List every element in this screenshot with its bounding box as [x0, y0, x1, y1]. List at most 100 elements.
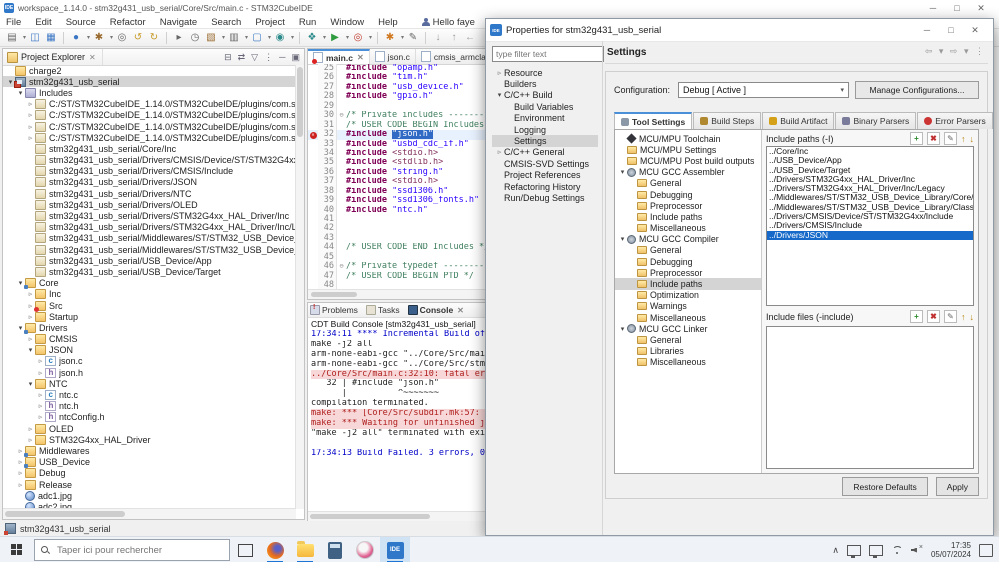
expander-icon[interactable]	[26, 123, 35, 131]
expander-icon[interactable]	[26, 436, 35, 444]
expander-icon[interactable]	[26, 335, 35, 343]
configuration-select[interactable]: Debug [ Active ] ▾	[678, 82, 849, 98]
run-icon[interactable]: ▶	[328, 31, 342, 45]
code-line[interactable]: 34#include <stdio.h>	[308, 149, 486, 158]
tree-item[interactable]: Inc	[3, 289, 296, 300]
expander-icon[interactable]	[495, 91, 504, 99]
tool-tree-item[interactable]: MCU/MPU Toolchain	[615, 133, 761, 144]
history-icon[interactable]: ◷	[188, 31, 202, 45]
tool-tree-item[interactable]: MCU/MPU Post build outputs	[615, 155, 761, 166]
menu-item[interactable]: Run	[299, 17, 316, 28]
nav-item[interactable]: Resource	[492, 67, 598, 78]
redo-icon[interactable]: ↻	[147, 31, 161, 45]
tree-item[interactable]: C:/ST/STM32CubeIDE_1.14.0/STM32CubeIDE/p…	[3, 99, 296, 110]
start-button[interactable]	[0, 537, 34, 562]
tool-tree-item[interactable]: MCU/MPU Settings	[615, 144, 761, 155]
save-icon[interactable]: ◫	[28, 31, 42, 45]
separator-icon[interactable]	[377, 32, 378, 44]
tree-item[interactable]: JSON	[3, 345, 296, 356]
dialog-close-icon[interactable]: ✕	[963, 25, 987, 36]
build-icon[interactable]: ✱	[92, 31, 106, 45]
new-icon[interactable]: ▤	[5, 31, 19, 45]
expander-icon[interactable]	[618, 168, 627, 176]
tab-project-explorer[interactable]: Project Explorer ✕	[7, 49, 103, 65]
dialog-maximize-icon[interactable]: □	[939, 25, 963, 36]
move-up-icon[interactable]: ↑	[961, 134, 966, 144]
tool-tree-item[interactable]: Warnings	[615, 301, 761, 312]
grid-icon[interactable]: ▥	[227, 31, 241, 45]
tree-item[interactable]: Debug	[3, 468, 296, 479]
separator-icon[interactable]	[299, 32, 300, 44]
expander-icon[interactable]	[26, 346, 35, 354]
nav-item[interactable]: Environment	[492, 113, 598, 124]
tab-console[interactable]: Console ✕	[408, 305, 464, 315]
gcc-icon[interactable]: ◉	[273, 31, 287, 45]
stm32cubeide-button[interactable]: IDE	[380, 537, 410, 562]
code-line[interactable]: 39#include "ssd1306_fonts.h"	[308, 196, 486, 205]
expander-icon[interactable]	[495, 148, 504, 156]
taskbar-search[interactable]	[34, 539, 230, 561]
tool-tree-item[interactable]: Debugging	[615, 189, 761, 200]
tool-tree-item[interactable]: Include paths	[615, 211, 761, 222]
expander-icon[interactable]	[26, 425, 35, 433]
tab-build-artifact[interactable]: Build Artifact	[762, 112, 834, 129]
tool-tree-item[interactable]: Include paths	[615, 278, 761, 289]
task-view-button[interactable]	[230, 537, 260, 562]
tab-json-c[interactable]: json.c	[370, 49, 416, 64]
delete-path-icon[interactable]: ✖	[927, 132, 940, 145]
expander-icon[interactable]	[36, 402, 45, 410]
console-horizontal-scrollbar[interactable]	[308, 511, 486, 521]
debug-icon[interactable]: ❖	[305, 31, 319, 45]
tab-binary-parsers[interactable]: Binary Parsers	[835, 112, 916, 129]
tool-tree-item[interactable]: MCU GCC Assembler	[615, 167, 761, 178]
expander-icon[interactable]	[16, 469, 25, 477]
display-icon[interactable]	[847, 545, 861, 556]
expander-icon[interactable]	[26, 313, 35, 321]
tree-item[interactable]: Src	[3, 300, 296, 311]
tree-item[interactable]: STM32G4xx_HAL_Driver	[3, 434, 296, 445]
expander-icon[interactable]	[495, 69, 504, 77]
include-path-item[interactable]: ../Drivers/CMSIS/Device/ST/STM32G4xx/Inc…	[767, 212, 973, 221]
manage-configurations-button[interactable]: Manage Configurations...	[855, 81, 979, 99]
tree-item[interactable]: ntcConfig.h	[3, 412, 296, 423]
view-menu-icon[interactable]: ⋮	[264, 52, 273, 63]
close-icon[interactable]: ✕	[357, 53, 364, 62]
tree-item[interactable]: C:/ST/STM32CubeIDE_1.14.0/STM32CubeIDE/p…	[3, 132, 296, 143]
user-chip[interactable]: Hello faye	[422, 17, 475, 28]
code-line[interactable]: 31/* USER CODE BEGIN Includes */	[308, 121, 486, 130]
expander-icon[interactable]	[16, 89, 25, 97]
code-line[interactable]: 28#include "gpio.h"	[308, 92, 486, 101]
menu-item[interactable]: Edit	[35, 17, 51, 28]
tree-item[interactable]: adc1.jpg	[3, 490, 296, 501]
tool-tree-item[interactable]: General	[615, 178, 761, 189]
explorer-horizontal-scrollbar[interactable]	[3, 508, 296, 519]
tool-tree-item[interactable]: Optimization	[615, 290, 761, 301]
include-path-item[interactable]: ../Drivers/STM32G4xx_HAL_Driver/Inc	[767, 175, 973, 184]
code-line[interactable]: 43	[308, 234, 486, 243]
tool-tree-item[interactable]: Miscellaneous	[615, 223, 761, 234]
separator-icon[interactable]	[166, 32, 167, 44]
edit-file-icon[interactable]: ✎	[944, 310, 957, 323]
tree-item[interactable]: Core	[3, 278, 296, 289]
tree-item[interactable]: NTC	[3, 378, 296, 389]
clock[interactable]: 17:35 05/07/2024	[931, 541, 971, 559]
tray-expand-icon[interactable]: ∧	[832, 545, 839, 556]
nav-item[interactable]: Builders	[492, 78, 598, 89]
tab-tool-settings[interactable]: Tool Settings	[614, 112, 692, 129]
code-line[interactable]: 46⊖/* Private typedef ------------------…	[308, 262, 486, 271]
move-up-icon[interactable]: ↑	[961, 312, 966, 322]
tree-item[interactable]: C:/ST/STM32CubeIDE_1.14.0/STM32CubeIDE/p…	[3, 121, 296, 132]
filter-input[interactable]	[492, 46, 604, 62]
tree-item[interactable]: stm32g431_usb_serial/USB_Device/Target	[3, 266, 296, 277]
expander-icon[interactable]	[26, 134, 35, 142]
menu-item[interactable]: Window	[330, 17, 364, 28]
dialog-minimize-icon[interactable]: ─	[915, 25, 939, 36]
last-edit-icon[interactable]: ←	[463, 31, 477, 45]
tool-tree-item[interactable]: Preprocessor	[615, 267, 761, 278]
code-line[interactable]: 30⊖/* Private includes -----------------…	[308, 111, 486, 120]
expander-icon[interactable]	[16, 481, 25, 489]
menu-item[interactable]: Refactor	[110, 17, 146, 28]
tree-item[interactable]: charge2	[3, 65, 296, 76]
tab-build-steps[interactable]: Build Steps	[693, 112, 761, 129]
expander-icon[interactable]	[36, 413, 45, 421]
